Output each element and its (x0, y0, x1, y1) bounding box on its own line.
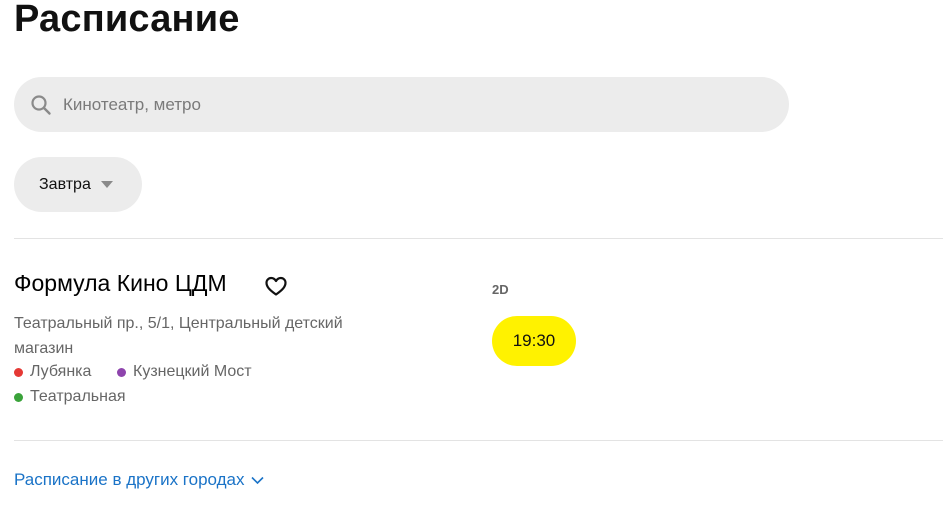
metro-station-name: Кузнецкий Мост (133, 363, 252, 380)
metro-line-dot (117, 367, 126, 377)
format-label: 2D (492, 282, 509, 297)
other-cities-label: Расписание в других городах (14, 470, 245, 489)
divider (14, 440, 943, 441)
metro-station-name: Театральная (30, 388, 126, 405)
divider (14, 238, 943, 239)
cinema-name[interactable]: Формула Кино ЦДМ (14, 270, 227, 297)
page-title: Расписание (14, 0, 240, 40)
date-dropdown-value: Завтра (39, 175, 91, 193)
metro-line-dot (14, 367, 23, 377)
heart-icon[interactable] (264, 275, 288, 297)
search-input[interactable] (63, 84, 743, 125)
chevron-down-icon (250, 476, 264, 485)
metro-line-dot (14, 392, 23, 402)
date-dropdown[interactable]: Завтра (14, 157, 142, 212)
cinema-address: Театральный пр., 5/1, Центральный детски… (14, 315, 343, 357)
search-icon (30, 94, 52, 116)
metro-station: Лубянка (14, 363, 91, 381)
search-bar[interactable] (14, 77, 789, 132)
metro-station: Кузнецкий Мост (117, 363, 252, 381)
metro-station: Театральная (14, 388, 126, 406)
other-cities-link[interactable]: Расписание в других городах (14, 470, 264, 490)
caret-down-icon (100, 180, 113, 189)
schedule-page: Расписание Завтра Формула Кино ЦДМ Театр… (0, 0, 943, 529)
metro-station-name: Лубянка (30, 363, 92, 380)
session-time-button[interactable]: 19:30 (492, 316, 576, 366)
